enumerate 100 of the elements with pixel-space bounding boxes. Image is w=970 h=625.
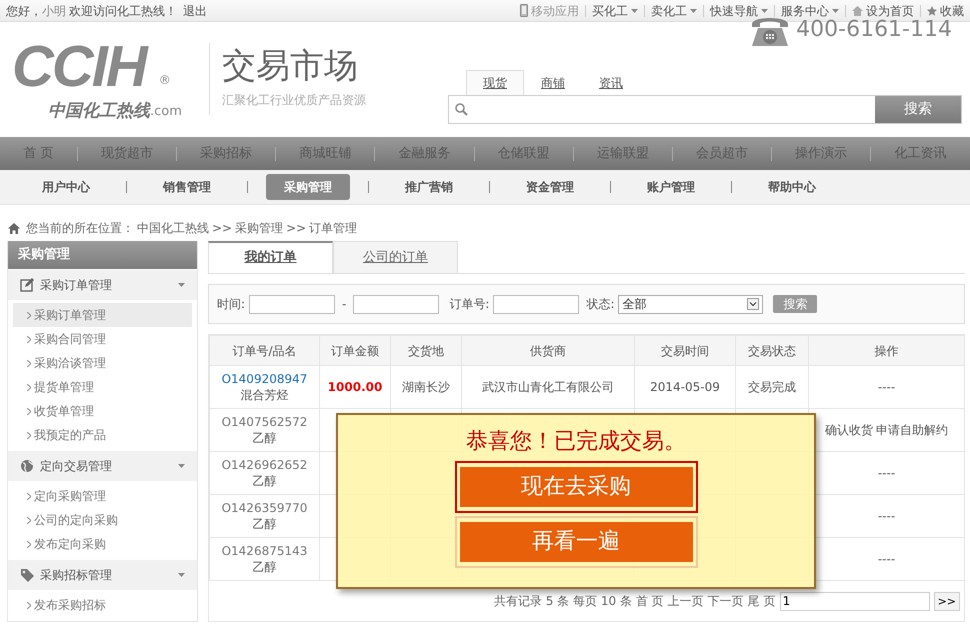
pager-link[interactable]: 下一页	[708, 592, 744, 610]
sidebar-item[interactable]: 我预定的产品	[13, 423, 192, 447]
caret-icon	[761, 8, 768, 12]
top-link[interactable]: 设为首页	[852, 2, 914, 20]
date-to-field[interactable]	[353, 294, 440, 314]
top-link[interactable]: 收藏	[927, 2, 964, 20]
order-number-link[interactable]: O1426962652	[211, 456, 318, 473]
subnav-link[interactable]: 用户中心	[24, 174, 108, 200]
subnav-link[interactable]: 帮助中心	[750, 174, 834, 200]
caret-icon	[832, 8, 839, 12]
sidebar-item[interactable]: 收货单管理	[13, 399, 192, 423]
caret-icon	[178, 283, 185, 287]
order-tab[interactable]: 公司的订单	[333, 241, 458, 273]
order-number-link[interactable]: O1407562572	[211, 414, 318, 430]
breadcrumb-link[interactable]: 订单管理	[309, 219, 358, 237]
popup-button[interactable]: 再看一遍	[454, 516, 698, 568]
chevron-icon	[27, 516, 31, 524]
popup-button[interactable]: 现在去采购	[454, 461, 698, 514]
product-name: 混合芳烃	[240, 387, 290, 404]
logout-link[interactable]: 退出	[183, 2, 207, 20]
search-button[interactable]: 搜索	[773, 295, 818, 313]
pager-link[interactable]: 上一页	[668, 592, 704, 610]
time-label: 时间:	[217, 296, 246, 313]
search-tab[interactable]: 商铺	[524, 70, 582, 94]
sidebar-item[interactable]: 采购洽谈管理	[13, 351, 192, 375]
sidebar-item[interactable]: 提货单管理	[13, 375, 192, 399]
group-header[interactable]: 采购招标管理	[8, 560, 197, 590]
edit-icon	[20, 278, 34, 292]
table-cell: ----	[878, 466, 896, 480]
subnav-link[interactable]: 账户管理	[629, 174, 713, 200]
sidebar-item[interactable]: 公司的定向采购	[13, 508, 192, 532]
search-tab[interactable]: 现货	[466, 70, 524, 94]
sidebar-item[interactable]: 发布定向采购	[13, 532, 192, 556]
mobile-phone-icon	[520, 4, 528, 17]
registered-mark: ®	[158, 72, 171, 90]
sidebar-item[interactable]: 采购订单管理	[13, 303, 192, 327]
home-icon	[8, 222, 20, 234]
table-cell: 交易完成	[748, 380, 796, 394]
page-number-field[interactable]: 1	[780, 592, 930, 610]
search-icon	[455, 102, 468, 116]
order-number-link[interactable]: O1426359770	[211, 500, 318, 516]
logo-name: 中国化工热线	[48, 100, 150, 122]
page-subtitle: 汇聚化工行业优质产品资源	[222, 92, 366, 110]
logo-mark: CCIH	[12, 35, 149, 99]
top-link[interactable]: 买化工	[592, 2, 638, 20]
breadcrumb-link[interactable]: 采购管理	[235, 219, 284, 237]
search-button[interactable]: 搜索	[875, 96, 961, 122]
column-header: 供货商	[462, 336, 634, 366]
product-name: 乙醇	[252, 430, 278, 446]
star-icon	[927, 6, 937, 16]
phone-number: 400-6161-114	[796, 17, 952, 44]
breadcrumb-label: 您当前的所在位置：	[26, 220, 134, 237]
table-cell: 湖南长沙	[402, 380, 450, 394]
table-cell: ----	[878, 380, 896, 394]
breadcrumb-link[interactable]: 中国化工热线	[137, 219, 209, 237]
order-number-link[interactable]: O1409208947	[211, 370, 318, 387]
column-header: 订单金额	[320, 336, 390, 366]
subnav-link[interactable]: 资金管理	[508, 174, 592, 200]
chevron-icon	[27, 360, 31, 366]
search-field[interactable]: 搜索	[448, 94, 962, 124]
page-title: 交易市场	[222, 48, 359, 86]
sidebar-item[interactable]: 发布采购招标	[13, 593, 192, 617]
status-dropdown[interactable]: 全部	[618, 294, 764, 314]
date-from-field[interactable]	[249, 294, 336, 314]
home-icon	[852, 6, 863, 16]
sidebar-item[interactable]: 采购合同管理	[13, 327, 192, 351]
welcome-text: 欢迎访问化工热线！	[69, 2, 177, 20]
top-link[interactable]: 服务中心	[781, 2, 839, 20]
chevron-icon	[27, 432, 31, 438]
tag-icon	[20, 568, 34, 582]
table-cell: 确认收货	[825, 422, 873, 437]
pager-link[interactable]: 尾 页	[748, 592, 776, 610]
group-header[interactable]: 采购订单管理	[8, 270, 197, 300]
chevron-icon	[27, 312, 31, 318]
popup-message: 恭喜您！已完成交易。	[466, 429, 686, 456]
top-link[interactable]: 快速导航	[710, 2, 768, 20]
subnav-link[interactable]: 销售管理	[145, 174, 229, 200]
sidebar-title: 采购管理	[8, 241, 197, 269]
order-number-field[interactable]	[493, 294, 580, 314]
group-header[interactable]: 定向交易管理	[8, 451, 197, 481]
subnav-link[interactable]: 推广营销	[387, 174, 471, 200]
breadcrumb-separator: >>	[212, 220, 232, 237]
caret-icon	[690, 8, 697, 12]
sidebar-item[interactable]: 定向采购管理	[13, 484, 192, 508]
order-number-link[interactable]: O1426875143	[211, 542, 318, 559]
table-cell: ----	[878, 552, 896, 566]
chevron-icon	[27, 408, 31, 414]
globe-icon	[20, 459, 34, 473]
subnav-link[interactable]: 采购管理	[266, 174, 350, 200]
order-tab[interactable]: 我的订单	[208, 241, 333, 273]
status-label: 状态:	[586, 296, 614, 313]
pager-link[interactable]: 首 页	[636, 592, 664, 610]
top-link[interactable]: 卖化工	[651, 2, 697, 20]
greeting-text: 您好，	[6, 2, 42, 20]
action-link[interactable]: 申请自助解约	[876, 422, 948, 437]
search-tab[interactable]: 资讯	[582, 70, 640, 94]
column-header: 订单号/品名	[210, 336, 320, 366]
go-button[interactable]: >>	[934, 592, 960, 610]
column-header: 操作	[808, 336, 964, 366]
amount-text: 1000.00	[328, 380, 382, 394]
